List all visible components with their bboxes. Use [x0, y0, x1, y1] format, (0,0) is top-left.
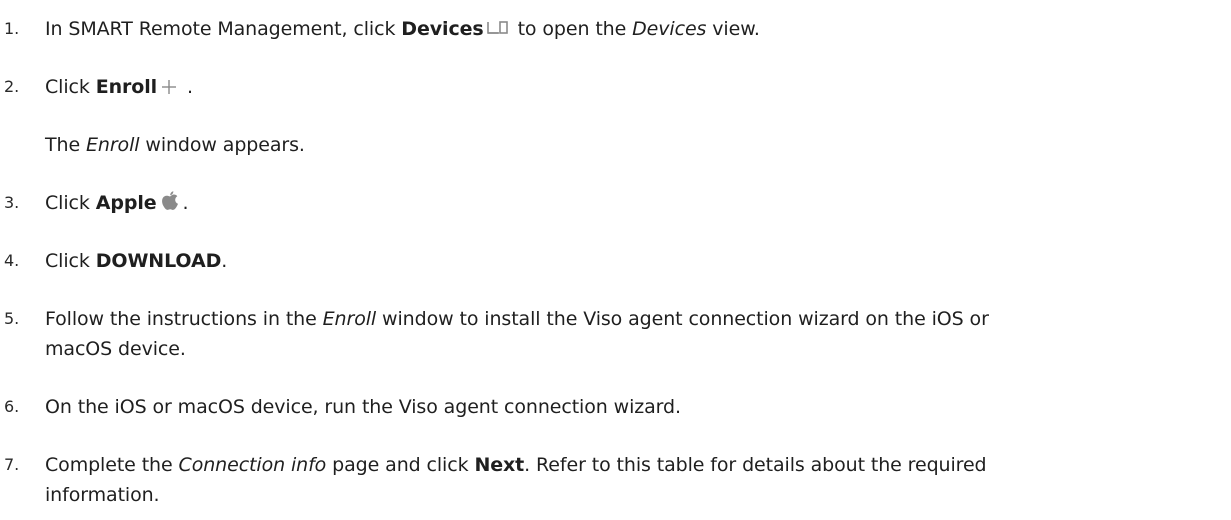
step-text-part: window to install the Viso agent connect… — [376, 308, 989, 330]
step-text: On the iOS or macOS device, run the Viso… — [45, 392, 681, 422]
step-text: Follow the instructions in the Enroll wi… — [45, 304, 989, 334]
step-text-part: The — [45, 134, 86, 156]
step-number: 1. — [4, 19, 20, 38]
step-text-part: Click — [45, 192, 96, 214]
step-text-part: window appears. — [139, 134, 305, 156]
step-text-part: Follow the instructions in the — [45, 308, 323, 330]
step-number: 7. — [4, 455, 20, 474]
step-text-part: . Refer to this table for details about … — [524, 454, 987, 476]
step-text-continued: macOS device. — [45, 338, 186, 360]
page-name-connection-info: Connection info — [178, 454, 327, 476]
step-number: 4. — [4, 251, 20, 270]
step-7: 7. Complete the Connection info page and… — [0, 450, 1231, 510]
ui-term-apple: Apple — [95, 192, 157, 214]
step-number: 2. — [4, 77, 20, 96]
step-text-part: to open the — [511, 18, 633, 40]
plus-icon — [160, 75, 178, 105]
step-text-part: Complete the — [45, 454, 179, 476]
ui-term-devices: Devices — [401, 18, 484, 40]
step-note-text: The Enroll window appears. — [45, 130, 305, 160]
step-text-part: . — [182, 192, 189, 214]
devices-icon — [486, 17, 509, 47]
step-text: In SMART Remote Management, click Device… — [45, 14, 760, 47]
step-text: Complete the Connection info page and cl… — [45, 450, 987, 480]
step-text-part: . — [181, 76, 193, 98]
window-name-enroll: Enroll — [322, 308, 377, 330]
step-number: 6. — [4, 397, 20, 416]
step-text: Click Apple. — [45, 188, 189, 221]
step-text-part: view. — [706, 18, 760, 40]
ui-term-download: DOWNLOAD — [95, 250, 222, 272]
step-text-part: In SMART Remote Management, click — [45, 18, 402, 40]
step-number: 3. — [4, 193, 20, 212]
ui-term-next: Next — [474, 454, 525, 476]
step-text-part: Click — [45, 250, 96, 272]
step-text: Click DOWNLOAD. — [45, 246, 227, 276]
step-5: 5. Follow the instructions in the Enroll… — [0, 304, 1231, 364]
window-name-enroll: Enroll — [85, 134, 140, 156]
apple-icon — [160, 190, 180, 221]
step-text-part: On the iOS or macOS device, run the Viso… — [45, 396, 681, 418]
step-text-continued: information. — [45, 484, 160, 506]
step-text-part: Click — [45, 76, 96, 98]
step-number: 5. — [4, 309, 20, 328]
instruction-steps: 1. In SMART Remote Management, click Dev… — [0, 0, 1231, 520]
step-text-part: . — [221, 250, 228, 272]
ui-term-enroll: Enroll — [95, 76, 158, 98]
step-text: Click Enroll . — [45, 72, 193, 105]
step-text-part: page and click — [326, 454, 475, 476]
view-name-devices: Devices — [632, 18, 707, 40]
